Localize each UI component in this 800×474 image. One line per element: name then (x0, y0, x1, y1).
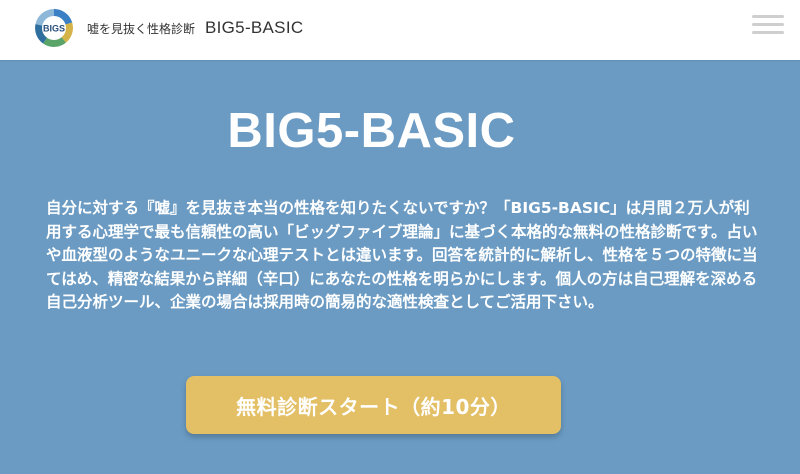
hero-description: 自分に対する『嘘』を見抜き本当の性格を知りたくないですか？「BIG5-BASIC… (46, 199, 758, 311)
hamburger-menu-icon[interactable] (752, 12, 784, 36)
site-header: BIGS 嘘を見抜く性格診断 BIG5-BASIC (0, 0, 800, 60)
big5-logo[interactable]: BIGS (34, 8, 74, 48)
start-diagnosis-button[interactable]: 無料診断スタート（約10分） (186, 376, 561, 434)
hero-title: BIG5-BASIC (227, 104, 516, 158)
site-tagline: 嘘を見抜く性格診断 (87, 22, 196, 36)
logo-text: BIGS (43, 24, 65, 34)
site-brand-name[interactable]: BIG5-BASIC (205, 17, 303, 39)
